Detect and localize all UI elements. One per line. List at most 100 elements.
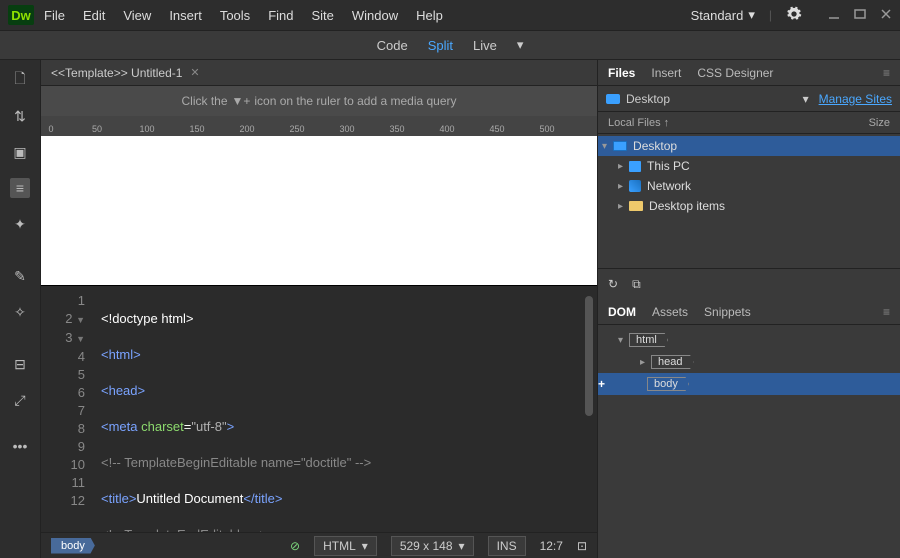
design-canvas[interactable] bbox=[41, 136, 597, 286]
dom-tag: head bbox=[651, 355, 693, 369]
menu-file[interactable]: File bbox=[44, 8, 65, 23]
screen-icon bbox=[613, 141, 627, 151]
right-panel: Files Insert CSS Designer ≡ Desktop ▾ Ma… bbox=[598, 60, 900, 558]
ruler[interactable]: 0 50 100 150 200 250 300 350 400 450 500 bbox=[41, 116, 597, 136]
tree-label: Desktop bbox=[633, 139, 677, 153]
tab-files[interactable]: Files bbox=[608, 66, 635, 80]
line-numbers: 1 2 ▼ 3 ▼ 45 67 89 1011 12 bbox=[41, 286, 91, 532]
chevron-down-icon[interactable]: ▾ bbox=[517, 37, 524, 53]
list-icon[interactable]: ≡ bbox=[10, 178, 30, 198]
chevron-right-icon[interactable]: ▸ bbox=[618, 161, 623, 172]
divider: | bbox=[769, 8, 772, 22]
main-menu: File Edit View Insert Tools Find Site Wi… bbox=[44, 8, 443, 23]
dom-row-head[interactable]: ▸ head bbox=[598, 351, 900, 373]
view-split[interactable]: Split bbox=[428, 38, 453, 53]
workspace-switcher[interactable]: Standard ▾ bbox=[691, 7, 755, 23]
file-icon[interactable]: 🗋 bbox=[10, 70, 30, 90]
tab-css-designer[interactable]: CSS Designer bbox=[697, 66, 773, 80]
ruler-tick: 50 bbox=[87, 124, 107, 134]
view-live[interactable]: Live bbox=[473, 38, 497, 53]
manage-icon[interactable]: ⇅ bbox=[10, 106, 30, 126]
tree-label: This PC bbox=[647, 159, 690, 173]
chevron-down-icon[interactable]: ▾ bbox=[618, 335, 623, 346]
site-dropdown[interactable]: Desktop ▾ bbox=[606, 92, 819, 106]
ruler-tick: 100 bbox=[137, 124, 157, 134]
comment-icon[interactable]: ⊟ bbox=[10, 354, 30, 374]
menu-edit[interactable]: Edit bbox=[83, 8, 105, 23]
add-icon[interactable]: + bbox=[598, 377, 605, 391]
dom-panel-tabs: DOM Assets Snippets ≡ bbox=[598, 299, 900, 325]
close-icon[interactable] bbox=[880, 8, 892, 23]
chevron-down-icon: ▾ bbox=[748, 7, 755, 23]
code-content[interactable]: <!doctype html> <html> <head> <meta char… bbox=[91, 286, 371, 532]
titlebar: Dw File Edit View Insert Tools Find Site… bbox=[0, 0, 900, 30]
tab-snippets[interactable]: Snippets bbox=[704, 305, 751, 319]
close-icon[interactable]: ✕ bbox=[190, 66, 199, 79]
files-headers[interactable]: Local Files ↑ Size bbox=[598, 112, 900, 134]
refresh-icon[interactable]: ↻ bbox=[608, 277, 618, 291]
hint-text: icon on the ruler to add a media query bbox=[254, 94, 456, 108]
header-local-files[interactable]: Local Files ↑ bbox=[608, 117, 869, 129]
ruler-tick: 200 bbox=[237, 124, 257, 134]
minimize-icon[interactable] bbox=[828, 8, 840, 23]
chevron-right-icon[interactable]: ▸ bbox=[618, 181, 623, 192]
panel-icon[interactable]: ▣ bbox=[10, 142, 30, 162]
panel-menu-icon[interactable]: ≡ bbox=[883, 66, 890, 80]
gear-icon[interactable] bbox=[786, 6, 802, 25]
code-editor[interactable]: 1 2 ▼ 3 ▼ 45 67 89 1011 12 <!doctype htm… bbox=[41, 286, 597, 532]
chevron-right-icon[interactable]: ▸ bbox=[618, 201, 623, 212]
tree-row-network[interactable]: ▸ Network bbox=[598, 176, 900, 196]
chevron-down-icon: ▾ bbox=[803, 92, 809, 106]
maximize-icon[interactable] bbox=[854, 8, 866, 23]
tab-dom[interactable]: DOM bbox=[608, 305, 636, 319]
panel-menu-icon[interactable]: ≡ bbox=[883, 305, 890, 319]
chevron-right-icon[interactable]: ▸ bbox=[640, 357, 645, 368]
tree-row-desktop[interactable]: ▾ Desktop bbox=[598, 136, 900, 156]
dom-toolbar: ↻ ⧉ bbox=[598, 269, 900, 299]
status-ok-icon[interactable]: ⊘ bbox=[290, 539, 300, 553]
manage-sites-link[interactable]: Manage Sites bbox=[819, 92, 892, 106]
menu-insert[interactable]: Insert bbox=[169, 8, 202, 23]
hint-text: Click the bbox=[181, 94, 227, 108]
tree-row-thispc[interactable]: ▸ This PC bbox=[598, 156, 900, 176]
tag-selector[interactable]: body bbox=[51, 538, 95, 554]
view-mode-bar: Code Split Live ▾ bbox=[0, 30, 900, 60]
chevron-down-icon[interactable]: ▾ bbox=[602, 141, 607, 152]
menu-help[interactable]: Help bbox=[416, 8, 443, 23]
more-icon[interactable]: ••• bbox=[10, 436, 30, 456]
media-query-icon: ▼+ bbox=[232, 94, 251, 108]
cursor-position: 12:7 bbox=[540, 539, 563, 553]
tab-assets[interactable]: Assets bbox=[652, 305, 688, 319]
dimensions-select[interactable]: 529 x 148▾ bbox=[391, 536, 474, 556]
collapse-icon[interactable]: ⤢ bbox=[10, 390, 30, 410]
ruler-tick: 350 bbox=[387, 124, 407, 134]
ruler-tick: 300 bbox=[337, 124, 357, 134]
header-size[interactable]: Size bbox=[869, 117, 890, 129]
tree-row-desktop-items[interactable]: ▸ Desktop items bbox=[598, 196, 900, 216]
document-tab[interactable]: <<Template>> Untitled-1 ✕ bbox=[51, 66, 200, 80]
overflow-icon[interactable]: ⊡ bbox=[577, 539, 587, 553]
status-bar: body ⊘ HTML▾ 529 x 148▾ INS 12:7 ⊡ bbox=[41, 532, 597, 558]
language-select[interactable]: HTML▾ bbox=[314, 536, 377, 556]
menu-view[interactable]: View bbox=[123, 8, 151, 23]
document-tab-label: <<Template>> Untitled-1 bbox=[51, 66, 182, 80]
app-logo: Dw bbox=[8, 5, 34, 25]
sparkle-icon[interactable]: ✧ bbox=[10, 302, 30, 322]
ruler-tick: 450 bbox=[487, 124, 507, 134]
ruler-tick: 150 bbox=[187, 124, 207, 134]
tab-insert[interactable]: Insert bbox=[651, 66, 681, 80]
dom-row-body[interactable]: + body bbox=[598, 373, 900, 395]
target-icon[interactable]: ✦ bbox=[10, 214, 30, 234]
menu-find[interactable]: Find bbox=[268, 8, 293, 23]
menu-window[interactable]: Window bbox=[352, 8, 398, 23]
menu-site[interactable]: Site bbox=[311, 8, 333, 23]
dom-row-html[interactable]: ▾ html bbox=[598, 329, 900, 351]
wand-icon[interactable]: ✎ bbox=[10, 266, 30, 286]
scrollbar[interactable] bbox=[585, 296, 593, 416]
insert-mode[interactable]: INS bbox=[488, 536, 526, 556]
files-panel-tabs: Files Insert CSS Designer ≡ bbox=[598, 60, 900, 86]
menu-tools[interactable]: Tools bbox=[220, 8, 250, 23]
ruler-tick: 0 bbox=[41, 124, 61, 134]
view-code[interactable]: Code bbox=[377, 38, 408, 53]
link-icon[interactable]: ⧉ bbox=[632, 277, 641, 292]
